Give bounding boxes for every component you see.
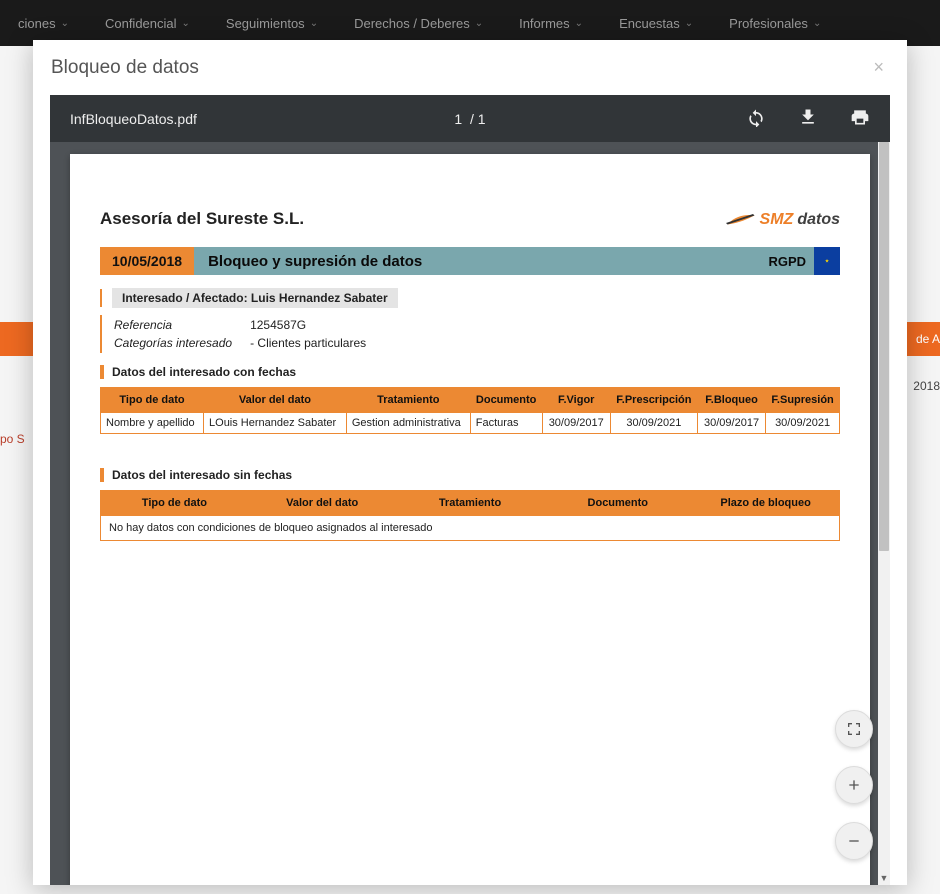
empty-message: No hay datos con condiciones de bloqueo … (101, 516, 840, 541)
col-doc: Documento (470, 388, 542, 413)
print-icon (850, 107, 870, 127)
report-title: Bloqueo y supresión de datos RGPD (194, 247, 814, 275)
zoom-controls (835, 710, 873, 860)
section-title-without-dates: Datos del interesado sin fechas (100, 468, 840, 482)
background-fragment: de A (916, 332, 940, 346)
modal-title: Bloqueo de datos (51, 57, 199, 79)
close-button[interactable]: × (868, 52, 889, 83)
meta-cat-label: Categorías interesado (114, 335, 248, 351)
modal-body: InfBloqueoDatos.pdf 1 / 1 (33, 95, 907, 885)
download-button[interactable] (798, 107, 818, 130)
nav-item[interactable]: Encuestas⌄ (601, 16, 711, 31)
report-date: 10/05/2018 (100, 247, 194, 275)
report-title-bar: 10/05/2018 Bloqueo y supresión de datos … (100, 247, 840, 275)
meta-cat-value: - Clientes particulares (250, 335, 382, 351)
fit-to-width-button[interactable] (835, 710, 873, 748)
nav-item[interactable]: Profesionales⌄ (711, 16, 839, 31)
close-icon: × (873, 57, 884, 77)
eu-flag-icon: ⋆ (814, 247, 840, 275)
chevron-down-icon: ⌄ (182, 18, 190, 29)
nav-item[interactable]: Seguimientos⌄ (208, 16, 336, 31)
pdf-viewport[interactable]: Asesoría del Sureste S.L. SMZdatos 10/05… (50, 142, 890, 885)
chevron-down-icon: ⌄ (575, 18, 583, 29)
report-logo: SMZdatos (726, 211, 840, 229)
chevron-down-icon: ⌄ (475, 18, 483, 29)
nav-item[interactable]: Informes⌄ (501, 16, 601, 31)
pdf-page-indicator: 1 / 1 (454, 111, 485, 127)
pdf-toolbar: InfBloqueoDatos.pdf 1 / 1 (50, 95, 890, 142)
cell-fpres: 30/09/2021 (610, 413, 697, 434)
cell-fblo: 30/09/2017 (697, 413, 765, 434)
col-valor: Valor del dato (204, 388, 347, 413)
cell-fsup: 30/09/2021 (766, 413, 840, 434)
cell-tipo: Nombre y apellido (101, 413, 204, 434)
data-table-with-dates: Tipo de dato Valor del dato Tratamiento … (100, 387, 840, 434)
modal-dialog: Bloqueo de datos × InfBloqueoDatos.pdf 1… (33, 40, 907, 885)
report-company-name: Asesoría del Sureste S.L. (100, 209, 304, 229)
download-icon (798, 107, 818, 127)
plus-icon (846, 777, 862, 793)
cell-trat: Gestion administrativa (346, 413, 470, 434)
nav-item[interactable]: Derechos / Deberes⌄ (336, 16, 501, 31)
meta-ref-value: 1254587G (250, 317, 382, 333)
table-empty-row: No hay datos con condiciones de bloqueo … (101, 516, 840, 541)
col-trat: Tratamiento (346, 388, 470, 413)
pdf-filename: InfBloqueoDatos.pdf (70, 111, 197, 127)
col-fblo: F.Bloqueo (697, 388, 765, 413)
col-fsup: F.Supresión (766, 388, 840, 413)
scrollbar-thumb[interactable] (879, 142, 889, 551)
minus-icon (846, 833, 862, 849)
zoom-out-button[interactable] (835, 822, 873, 860)
data-table-without-dates: Tipo de dato Valor del dato Tratamiento … (100, 490, 840, 541)
meta-ref-label: Referencia (114, 317, 248, 333)
chevron-down-icon: ⌄ (685, 18, 693, 29)
col-trat: Tratamiento (396, 491, 544, 516)
col-fvigor: F.Vigor (542, 388, 610, 413)
cell-fvigor: 30/09/2017 (542, 413, 610, 434)
nav-item[interactable]: Confidencial⌄ (87, 16, 208, 31)
nav-item[interactable]: ciones⌄ (0, 16, 87, 31)
pdf-page: Asesoría del Sureste S.L. SMZdatos 10/05… (70, 154, 870, 885)
report-metadata: Referencia 1254587G Categorías interesad… (100, 315, 840, 353)
pdf-viewer: InfBloqueoDatos.pdf 1 / 1 (33, 95, 907, 885)
chevron-down-icon: ⌄ (813, 18, 821, 29)
affected-person-block: Interesado / Afectado: Luis Hernandez Sa… (100, 289, 398, 307)
rotate-button[interactable] (746, 107, 766, 130)
col-fpres: F.Prescripción (610, 388, 697, 413)
print-button[interactable] (850, 107, 870, 130)
chevron-down-icon: ⌄ (310, 18, 318, 29)
section-title-with-dates: Datos del interesado con fechas (100, 365, 840, 379)
col-plazo: Plazo de bloqueo (692, 491, 840, 516)
scrollbar[interactable]: ▼ (878, 142, 890, 885)
col-tipo: Tipo de dato (101, 491, 249, 516)
rgpd-label: RGPD (768, 254, 814, 269)
modal-header: Bloqueo de datos × (33, 40, 907, 95)
col-doc: Documento (544, 491, 692, 516)
table-header-row: Tipo de dato Valor del dato Tratamiento … (101, 491, 840, 516)
background-fragment: 2018 (913, 379, 940, 393)
col-tipo: Tipo de dato (101, 388, 204, 413)
fit-icon (846, 721, 862, 737)
background-fragment: po S (0, 432, 25, 446)
cell-doc: Facturas (470, 413, 542, 434)
scrollbar-down-arrow[interactable]: ▼ (878, 873, 890, 885)
chevron-down-icon: ⌄ (61, 18, 69, 29)
cell-valor: LOuis Hernandez Sabater (204, 413, 347, 434)
rotate-icon (746, 107, 766, 127)
zoom-in-button[interactable] (835, 766, 873, 804)
table-row: Nombre y apellido LOuis Hernandez Sabate… (101, 413, 840, 434)
logo-swoosh-icon (726, 211, 756, 229)
table-header-row: Tipo de dato Valor del dato Tratamiento … (101, 388, 840, 413)
col-valor: Valor del dato (248, 491, 396, 516)
pdf-toolbar-actions (746, 107, 870, 130)
